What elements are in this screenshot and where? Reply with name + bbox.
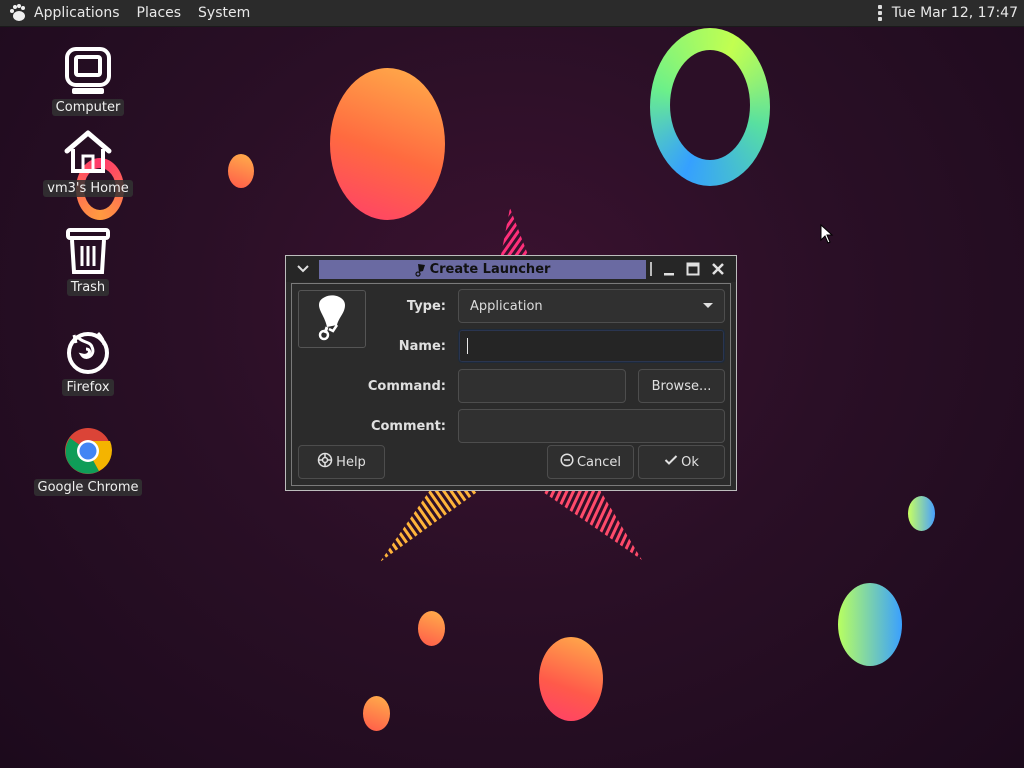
trash-icon xyxy=(63,226,113,276)
command-input[interactable] xyxy=(458,369,626,403)
minimize-icon[interactable] xyxy=(660,260,678,278)
checkmark-icon xyxy=(664,454,678,470)
desktop-icon-trash[interactable]: Trash xyxy=(38,226,138,296)
desktop-icon-label: Trash xyxy=(66,279,110,296)
close-icon[interactable] xyxy=(709,260,727,278)
applications-menu[interactable]: Applications xyxy=(34,5,120,21)
wallpaper-orb xyxy=(228,154,254,188)
cancel-button-label: Cancel xyxy=(576,454,622,470)
wallpaper-orb xyxy=(418,611,445,646)
cancel-icon xyxy=(560,453,574,471)
desktop-icon-label: vm3's Home xyxy=(43,180,133,197)
panel-right-area: Tue Mar 12, 17:47 xyxy=(877,0,1018,26)
wallpaper-orb xyxy=(330,68,445,220)
desktop-icon-label: Computer xyxy=(51,99,125,116)
places-menu[interactable]: Places xyxy=(137,5,182,21)
top-panel: Applications Places System Tue Mar 12, 1… xyxy=(0,0,1024,27)
desktop-icon-home[interactable]: vm3's Home xyxy=(38,127,138,197)
window-menu-chevron-icon[interactable] xyxy=(294,260,312,278)
ok-button[interactable]: Ok xyxy=(638,445,725,479)
name-label: Name: xyxy=(398,339,446,354)
system-menu[interactable]: System xyxy=(198,5,250,21)
desktop-icon-computer[interactable]: Computer xyxy=(38,46,138,116)
dialog-title-bar[interactable]: Create Launcher xyxy=(319,260,646,279)
panel-handle-icon[interactable] xyxy=(877,5,884,21)
wallpaper-orb xyxy=(838,583,902,666)
type-label: Type: xyxy=(406,299,446,314)
desktop-icon-label: Firefox xyxy=(62,379,114,396)
desktop-icon-label: Google Chrome xyxy=(33,479,143,496)
launcher-small-icon xyxy=(414,263,427,277)
home-icon xyxy=(63,127,113,177)
chrome-icon xyxy=(63,426,113,476)
dialog-titlebar[interactable]: Create Launcher xyxy=(286,256,736,282)
clock[interactable]: Tue Mar 12, 17:47 xyxy=(892,5,1018,21)
firefox-icon xyxy=(63,326,113,376)
create-launcher-dialog: Create Launcher Type: Application Name: xyxy=(285,255,737,491)
desktop-icon-firefox[interactable]: Firefox xyxy=(38,326,138,396)
text-caret xyxy=(467,338,468,354)
gnome-foot-icon[interactable] xyxy=(8,3,28,23)
type-dropdown-value: Application xyxy=(470,298,543,314)
dropdown-arrow-icon xyxy=(703,303,713,308)
help-button-label: Help xyxy=(336,454,366,470)
comment-input[interactable] xyxy=(458,409,725,443)
mouse-cursor-icon xyxy=(820,223,834,248)
help-icon xyxy=(317,452,333,472)
browse-button-label: Browse... xyxy=(651,378,712,394)
name-input[interactable] xyxy=(458,329,725,363)
wallpaper-orb xyxy=(908,496,935,531)
cancel-button[interactable]: Cancel xyxy=(547,445,634,479)
comment-label: Comment: xyxy=(370,419,446,434)
wallpaper-orb xyxy=(539,637,603,721)
titlebar-separator xyxy=(650,262,652,276)
help-button[interactable]: Help xyxy=(298,445,385,479)
wallpaper-orb xyxy=(363,696,390,731)
wallpaper-ring-hole xyxy=(670,50,750,160)
maximize-icon[interactable] xyxy=(684,260,702,278)
dialog-title: Create Launcher xyxy=(429,262,551,277)
desktop-icon-chrome[interactable]: Google Chrome xyxy=(33,426,143,496)
type-dropdown[interactable]: Application xyxy=(458,289,725,323)
ok-button-label: Ok xyxy=(681,454,699,470)
command-label: Command: xyxy=(367,379,446,394)
computer-icon xyxy=(63,46,113,96)
browse-button[interactable]: Browse... xyxy=(638,369,725,403)
launcher-icon xyxy=(315,293,349,345)
